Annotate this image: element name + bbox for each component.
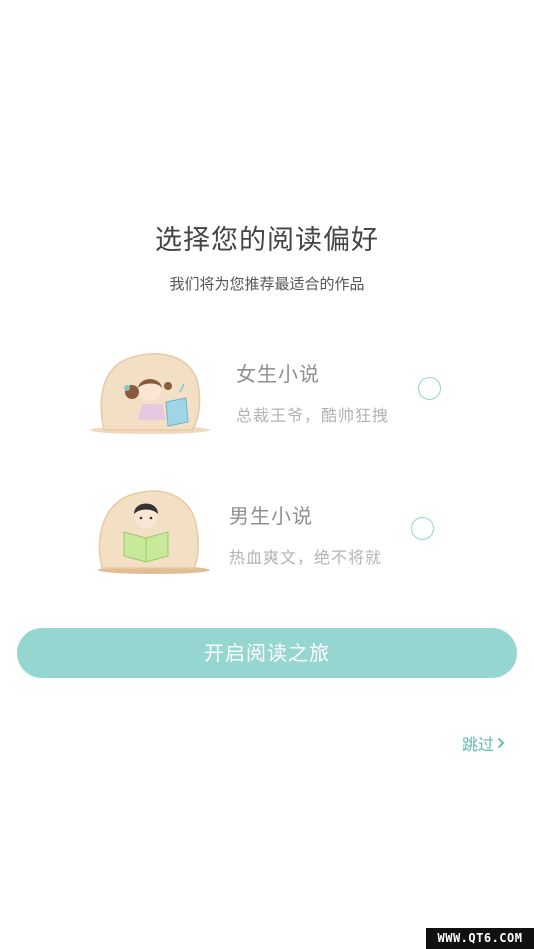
option-female-novel[interactable]: 女生小说 总裁王爷，酷帅狂拽	[0, 340, 534, 450]
option-description: 总裁王爷，酷帅狂拽	[236, 406, 390, 425]
page-subtitle: 我们将为您推荐最适合的作品	[169, 275, 365, 293]
start-reading-button[interactable]: 开启阅读之旅	[17, 628, 517, 678]
option-title: 男生小说	[229, 504, 313, 528]
male-novel-radio[interactable]	[411, 517, 434, 540]
boy-reading-illustration	[98, 490, 210, 574]
skip-link[interactable]: 跳过	[462, 731, 505, 755]
chevron-right-icon	[497, 734, 505, 753]
girl-reading-illustration	[90, 353, 210, 434]
reading-preference-screen: 选择您的阅读偏好 我们将为您推荐最适合的作品 女生小说 总裁王爷，酷帅狂拽 男生…	[0, 0, 534, 949]
watermark: WWW.QT6.COM	[426, 928, 534, 949]
female-novel-radio[interactable]	[418, 377, 441, 400]
page-title: 选择您的阅读偏好	[155, 225, 379, 256]
option-description: 热血爽文，绝不将就	[229, 548, 383, 567]
option-male-novel[interactable]: 男生小说 热血爽文，绝不将就	[0, 480, 534, 590]
option-title: 女生小说	[236, 362, 320, 386]
skip-label: 跳过	[462, 735, 495, 754]
